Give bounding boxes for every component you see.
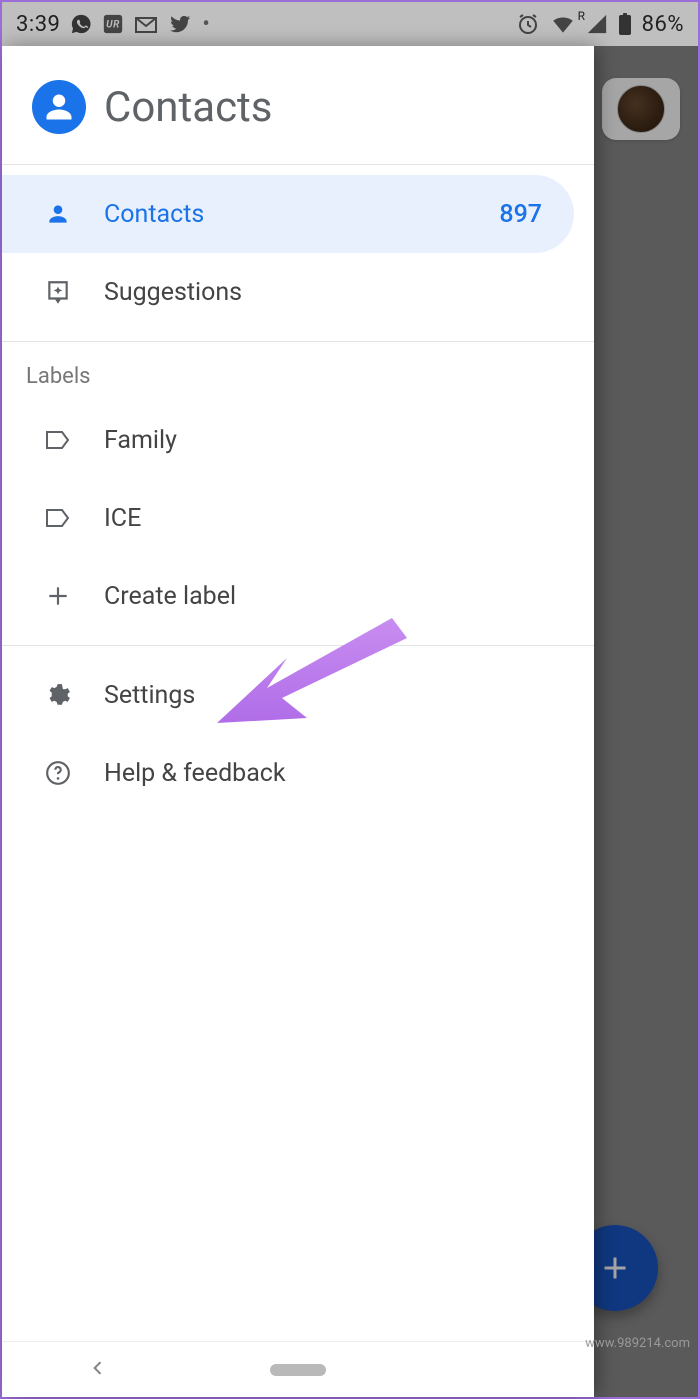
create-label-text: Create label [104,582,570,611]
label-family[interactable]: Family [2,401,594,479]
wifi-icon [550,13,576,35]
status-bar: 3:39 UR • R 86% [2,2,698,46]
alarm-icon [516,12,540,36]
label-family-text: Family [104,426,570,455]
email-icon [134,14,158,34]
drawer-header: Contacts [2,46,594,164]
help-icon [44,759,72,787]
labels-section-title: Labels [2,342,594,401]
whatsapp-icon [70,13,92,35]
battery-icon [618,12,632,36]
sparkle-box-icon [44,278,72,306]
label-icon [44,504,72,532]
label-icon [44,426,72,454]
twitter-icon [168,13,192,35]
nav-contacts[interactable]: Contacts 897 [2,175,574,253]
system-nav-bar [2,1341,594,1397]
overflow-dot-icon: • [202,12,210,37]
label-ice-text: ICE [104,504,570,533]
nav-suggestions[interactable]: Suggestions [2,253,594,331]
app-box-icon: UR [102,13,124,35]
gear-icon [44,681,72,709]
signal-icon: R [586,13,608,35]
nav-suggestions-label: Suggestions [104,278,570,307]
navigation-drawer: Contacts Contacts 897 Suggestions Labels… [2,46,594,1397]
home-pill[interactable] [270,1364,326,1376]
svg-text:UR: UR [107,20,121,31]
status-time: 3:39 [16,12,60,37]
nav-contacts-count: 897 [499,200,542,229]
nav-settings[interactable]: Settings [2,656,594,734]
create-label[interactable]: Create label [2,557,594,635]
watermark: www.989214.com [585,1336,690,1351]
label-ice[interactable]: ICE [2,479,594,557]
nav-help-label: Help & feedback [104,759,570,788]
nav-help[interactable]: Help & feedback [2,734,594,812]
person-icon [44,200,72,228]
nav-settings-label: Settings [104,681,570,710]
back-button[interactable] [88,1358,108,1382]
contacts-logo-icon [32,80,86,134]
battery-percent: 86% [642,12,684,37]
app-background: 3:39 UR • R 86% Contacts [2,2,698,1397]
nav-contacts-label: Contacts [104,200,467,229]
plus-icon [44,582,72,610]
drawer-title: Contacts [104,83,272,132]
